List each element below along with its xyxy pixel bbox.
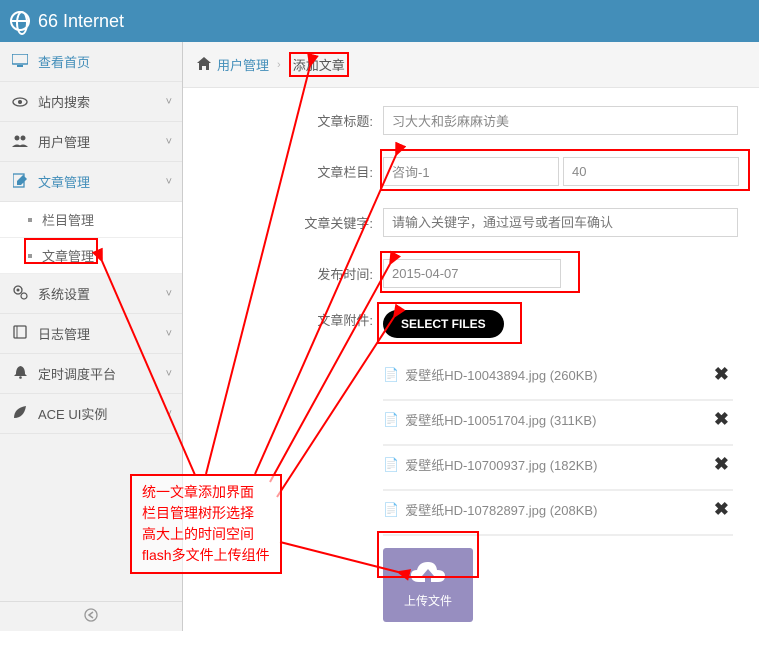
book-icon <box>10 325 30 342</box>
sidebar-sub-articles[interactable]: 文章管理 <box>0 238 182 274</box>
file-item: 📄 爱壁纸HD-10782897.jpg (208KB) ✖ <box>383 491 733 536</box>
sidebar-label: 用户管理 <box>38 132 166 151</box>
row-title: 文章标题 <box>303 106 739 135</box>
sidebar-label: 定时调度平台 <box>38 364 166 383</box>
globe-icon <box>10 11 30 31</box>
annotation-line: 高大上的时间空间 <box>142 524 270 545</box>
file-name: 爱壁纸HD-10700937.jpg (182KB) <box>405 455 710 474</box>
row-publish: 发布时间 <box>303 259 739 288</box>
file-remove-button[interactable]: ✖ <box>710 409 733 430</box>
topbar: 66 Internet <box>0 0 759 42</box>
sidebar-item-users[interactable]: 用户管理 ˅ <box>0 122 182 162</box>
sidebar-label: 查看首页 <box>38 52 172 71</box>
sidebar-label: ACE UI实例 <box>38 404 166 423</box>
chevron-down-icon: ˅ <box>166 176 172 188</box>
publish-label: 发布时间 <box>303 264 383 283</box>
sub-label: 文章管理 <box>42 246 94 265</box>
app-title: 66 Internet <box>38 11 124 32</box>
sidebar-label: 系统设置 <box>38 284 166 303</box>
sidebar-item-search[interactable]: 站内搜索 ˅ <box>0 82 182 122</box>
breadcrumb: 用户管理 › 添加文章 <box>183 42 759 88</box>
file-name: 爱壁纸HD-10043894.jpg (260KB) <box>405 365 710 384</box>
keyword-label: 文章关键字 <box>303 213 383 232</box>
file-icon: 📄 <box>383 412 399 428</box>
title-label: 文章标题 <box>303 111 383 130</box>
chevron-down-icon: ˅ <box>166 136 172 148</box>
chevron-down-icon: ˅ <box>166 288 172 300</box>
publish-input[interactable] <box>383 259 561 288</box>
column-id-input[interactable] <box>563 157 739 186</box>
sidebar-item-scheduler[interactable]: 定时调度平台 ˅ <box>0 354 182 394</box>
sidebar-item-system[interactable]: 系统设置 ˅ <box>0 274 182 314</box>
file-item: 📄 爱壁纸HD-10700937.jpg (182KB) ✖ <box>383 446 733 491</box>
sidebar-label: 站内搜索 <box>38 92 166 111</box>
file-list: 📄 爱壁纸HD-10043894.jpg (260KB) ✖ 📄 爱壁纸HD-1… <box>383 356 739 536</box>
bell-icon <box>10 365 30 382</box>
file-item: 📄 爱壁纸HD-10043894.jpg (260KB) ✖ <box>383 356 733 401</box>
upload-button[interactable]: 上传文件 <box>383 548 473 622</box>
row-attach: 文章附件 SELECT FILES 📄 爱壁纸HD-10043894.jpg (… <box>303 310 739 622</box>
file-remove-button[interactable]: ✖ <box>710 454 733 475</box>
sidebar-sub-columns[interactable]: 栏目管理 <box>0 202 182 238</box>
chevron-down-icon: ˅ <box>166 96 172 108</box>
sidebar-item-home[interactable]: 查看首页 <box>0 42 182 82</box>
row-column: 文章栏目 <box>303 157 739 186</box>
article-form: 文章标题 文章栏目 文章关键字 发布时间 文章 <box>183 88 759 662</box>
file-remove-button[interactable]: ✖ <box>710 364 733 385</box>
cogs-icon <box>10 285 30 303</box>
sidebar-label: 日志管理 <box>38 324 166 343</box>
users-icon <box>10 134 30 150</box>
chevron-down-icon: ˅ <box>166 408 172 420</box>
chevron-down-icon: ˅ <box>166 368 172 380</box>
home-icon <box>197 57 211 73</box>
file-icon: 📄 <box>383 367 399 383</box>
eye-icon <box>10 94 30 110</box>
sidebar-collapse-button[interactable] <box>0 601 182 631</box>
sidebar-item-articles[interactable]: 文章管理 ˅ <box>0 162 182 202</box>
leaf-icon <box>10 405 30 422</box>
file-name: 爱壁纸HD-10051704.jpg (311KB) <box>405 410 710 429</box>
sidebar-label: 文章管理 <box>38 172 166 191</box>
file-remove-button[interactable]: ✖ <box>710 499 733 520</box>
column-name-input[interactable] <box>383 157 559 186</box>
title-input[interactable] <box>383 106 738 135</box>
chevron-down-icon: ˅ <box>166 328 172 340</box>
breadcrumb-link[interactable]: 用户管理 <box>217 55 269 74</box>
annotation-line: flash多文件上传组件 <box>142 545 270 566</box>
breadcrumb-separator: › <box>277 59 281 71</box>
file-item: 📄 爱壁纸HD-10051704.jpg (311KB) ✖ <box>383 401 733 446</box>
annotation-line: 统一文章添加界面 <box>142 482 270 503</box>
sidebar-item-logs[interactable]: 日志管理 ˅ <box>0 314 182 354</box>
file-icon: 📄 <box>383 457 399 473</box>
select-files-button[interactable]: SELECT FILES <box>383 310 504 338</box>
file-icon: 📄 <box>383 502 399 518</box>
collapse-icon <box>84 608 98 622</box>
row-keyword: 文章关键字 <box>303 208 739 237</box>
breadcrumb-current: 添加文章 <box>289 52 349 77</box>
keyword-input[interactable] <box>383 208 738 237</box>
monitor-icon <box>10 54 30 70</box>
cloud-upload-icon <box>411 562 445 588</box>
annotation-line: 栏目管理树形选择 <box>142 503 270 524</box>
column-label: 文章栏目 <box>303 162 383 181</box>
sub-label: 栏目管理 <box>42 210 94 229</box>
annotation-callout: 统一文章添加界面 栏目管理树形选择 高大上的时间空间 flash多文件上传组件 <box>130 474 282 574</box>
sidebar-item-aceui[interactable]: ACE UI实例 ˅ <box>0 394 182 434</box>
file-name: 爱壁纸HD-10782897.jpg (208KB) <box>405 500 710 519</box>
attach-label: 文章附件 <box>303 310 383 329</box>
sidebar-sub-group: 栏目管理 文章管理 <box>0 202 182 274</box>
edit-icon <box>10 173 30 191</box>
upload-label: 上传文件 <box>404 592 452 609</box>
